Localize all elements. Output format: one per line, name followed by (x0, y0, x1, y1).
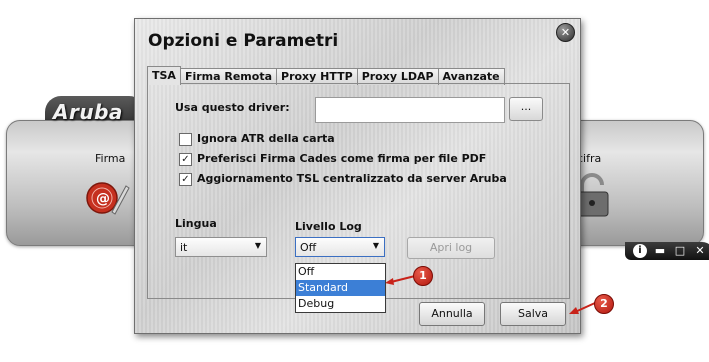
info-icon[interactable]: i (633, 244, 647, 258)
log-option-debug[interactable]: Debug (296, 296, 385, 312)
ignore-atr-label: Ignora ATR della carta (197, 132, 335, 145)
log-option-off[interactable]: Off (296, 264, 385, 280)
dialog-title: Opzioni e Parametri (148, 31, 339, 51)
callout-arrow-1 (385, 275, 416, 285)
options-dialog: Opzioni e Parametri ✕ TSA Firma Remota P… (134, 18, 581, 334)
minimize-icon[interactable]: ▬ (653, 243, 667, 259)
log-level-dropdown: Off Standard Debug (295, 263, 386, 313)
callout-badge-1: 1 (413, 266, 433, 286)
prefer-cades-checkbox[interactable]: ✓ (179, 153, 192, 166)
language-select[interactable]: it ▼ (175, 237, 267, 257)
signature-seal-icon[interactable]: @ (82, 172, 130, 220)
save-button[interactable]: Salva (500, 302, 566, 326)
driver-input[interactable] (315, 97, 505, 123)
driver-label: Usa questo driver: (175, 101, 290, 114)
log-level-value: Off (300, 241, 317, 254)
language-label: Lingua (175, 217, 217, 230)
log-level-select[interactable]: Off ▼ (295, 237, 385, 257)
prefer-cades-label: Preferisci Firma Cades come firma per fi… (197, 152, 487, 165)
firma-tool-label: Firma (95, 152, 126, 165)
svg-text:@: @ (96, 191, 110, 207)
language-value: it (180, 241, 188, 254)
callout-arrow-2 (569, 302, 596, 314)
maximize-icon[interactable]: □ (673, 243, 687, 259)
tab-tsa[interactable]: TSA (147, 66, 181, 85)
log-level-label: Livello Log (295, 220, 362, 233)
window-controls: i ▬ □ ✕ (625, 242, 709, 260)
close-icon[interactable]: ✕ (693, 243, 707, 259)
aruba-logo: Aruba (53, 100, 123, 124)
ignore-atr-checkbox[interactable] (179, 133, 192, 146)
log-option-standard[interactable]: Standard (296, 280, 385, 296)
chevron-down-icon: ▼ (372, 241, 379, 250)
browse-driver-button[interactable]: ... (509, 97, 543, 121)
callout-badge-2: 2 (594, 294, 614, 314)
open-log-button[interactable]: Apri log (407, 237, 495, 259)
chevron-down-icon: ▼ (254, 241, 261, 250)
cancel-button[interactable]: Annulla (419, 302, 485, 326)
dialog-close-button[interactable]: ✕ (556, 23, 575, 42)
tsl-update-checkbox[interactable]: ✓ (179, 173, 192, 186)
tsl-update-label: Aggiornamento TSL centralizzato da serve… (197, 172, 507, 185)
